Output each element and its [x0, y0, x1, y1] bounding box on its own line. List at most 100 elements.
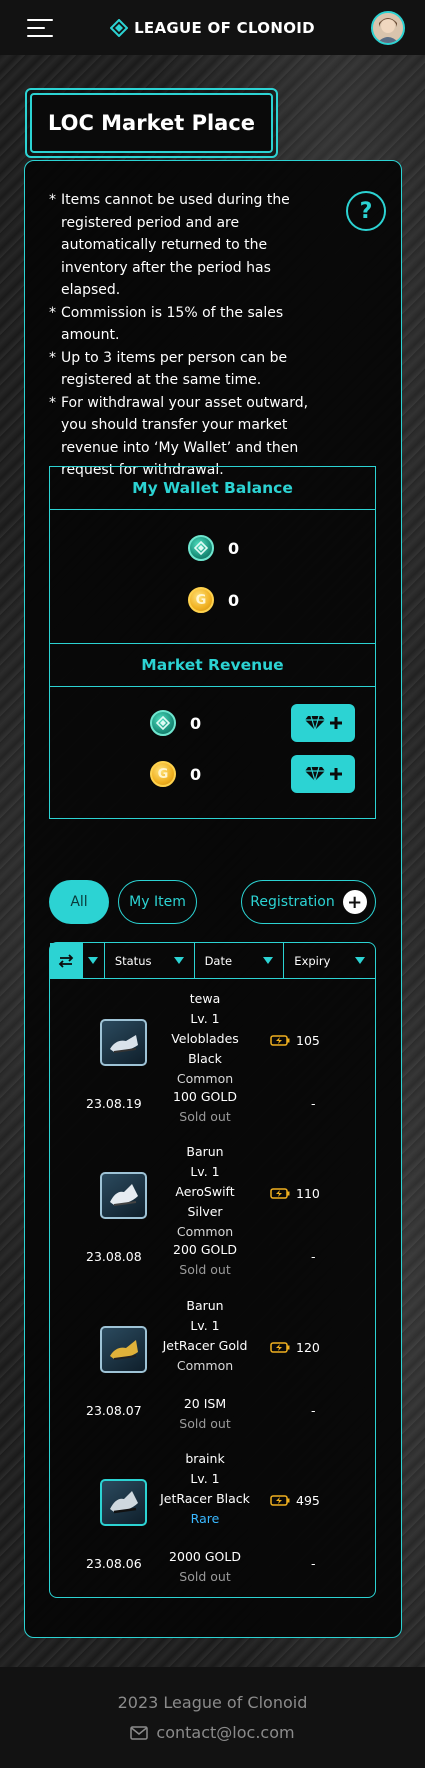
- page-title: LOC Market Place: [30, 93, 273, 153]
- hamburger-menu-icon[interactable]: [27, 19, 53, 37]
- market-revenue-title: Market Revenue: [50, 644, 375, 687]
- gold-coin-icon: G: [150, 761, 176, 787]
- item-seller: Barun: [186, 1298, 224, 1313]
- battery-icon: [270, 1188, 290, 1199]
- battery-icon: [270, 1495, 290, 1506]
- item-info: braink Lv. 1 JetRacer Black Rare: [160, 1449, 250, 1529]
- item-grade: Common: [176, 1358, 234, 1373]
- item-seller: tewa: [189, 991, 221, 1006]
- item-expiry: -: [311, 1556, 316, 1571]
- item-price-block: 2000 GOLD Sold out: [160, 1547, 250, 1587]
- date-header-label: Date: [204, 953, 233, 968]
- help-button[interactable]: ?: [346, 191, 386, 231]
- gem-icon: [304, 766, 325, 782]
- add-circle-icon: +: [342, 890, 367, 914]
- item-grade: Common: [176, 1224, 234, 1239]
- plus-icon: [329, 768, 342, 780]
- logo[interactable]: LEAGUE OF CLONOID: [110, 18, 315, 37]
- rule-item: Commission is 15% of the sales amount.: [49, 302, 329, 347]
- item-name: JetRacer Gold: [162, 1338, 248, 1353]
- item-info: Barun Lv. 1 JetRacer Gold Common: [160, 1296, 250, 1376]
- table-header: Status Date Expiry: [50, 943, 375, 979]
- sort-toggle-button[interactable]: [50, 943, 83, 978]
- transfer-ism-button[interactable]: [291, 704, 355, 742]
- filter-my-item-button[interactable]: My Item: [118, 880, 197, 924]
- chevron-down-icon: [173, 957, 184, 964]
- status-filter-dropdown[interactable]: Status: [105, 943, 195, 978]
- item-expiry: -: [311, 1403, 316, 1418]
- chevron-down-icon: [355, 957, 366, 964]
- market-table: Status Date Expiry tewa Lv. 1 Veloblades…: [49, 942, 376, 1598]
- item-thumbnail: [100, 1019, 147, 1066]
- market-revenue-box: Market Revenue 0 G 0: [49, 643, 376, 819]
- item-name: Veloblades Black: [171, 1031, 239, 1066]
- registration-button[interactable]: Registration +: [241, 880, 376, 924]
- market-panel: Items cannot be used during the register…: [24, 160, 402, 1638]
- table-row[interactable]: Barun Lv. 1 JetRacer Gold Common 120 23.…: [50, 1296, 375, 1448]
- item-status: Sold out: [179, 1109, 231, 1124]
- table-row[interactable]: Barun Lv. 1 AeroSwift Silver Common 110 …: [50, 1142, 375, 1294]
- revenue-ism-value: 0: [190, 713, 202, 733]
- item-seller: braink: [185, 1451, 225, 1466]
- sort-dropdown[interactable]: [83, 943, 105, 978]
- table-row[interactable]: tewa Lv. 1 Veloblades Black Common 105 2…: [50, 989, 375, 1141]
- revenue-gold-value: 0: [190, 764, 202, 784]
- item-status: Sold out: [179, 1569, 231, 1584]
- item-name: AeroSwift Silver: [175, 1184, 235, 1219]
- item-date: 23.08.07: [86, 1403, 142, 1418]
- wallet-gold-value: 0: [228, 590, 240, 610]
- item-level: Lv. 1: [190, 1011, 220, 1026]
- item-thumbnail: [100, 1172, 147, 1219]
- item-level: Lv. 1: [190, 1471, 220, 1486]
- registration-label: Registration: [250, 894, 335, 910]
- ism-coin-icon: [150, 710, 176, 736]
- logo-diamond-icon: [110, 18, 129, 37]
- item-info: tewa Lv. 1 Veloblades Black Common: [160, 989, 250, 1089]
- item-energy: 110: [270, 1186, 320, 1201]
- chevron-down-icon: [87, 957, 98, 964]
- footer: 2023 League of Clonoid contact@loc.com: [0, 1667, 425, 1768]
- item-price-block: 100 GOLD Sold out: [160, 1087, 250, 1127]
- top-bar: LEAGUE OF CLONOID: [0, 0, 425, 55]
- item-energy-value: 110: [296, 1186, 320, 1201]
- rule-item: Items cannot be used during the register…: [49, 189, 329, 302]
- item-price: 200 GOLD: [173, 1242, 237, 1257]
- transfer-gold-button[interactable]: [291, 755, 355, 793]
- gem-icon: [304, 715, 325, 731]
- item-energy-value: 105: [296, 1033, 320, 1048]
- item-price-block: 20 ISM Sold out: [160, 1394, 250, 1434]
- gold-coin-icon: G: [188, 587, 214, 613]
- item-energy: 495: [270, 1493, 320, 1508]
- page-title-tab: LOC Market Place: [25, 88, 278, 158]
- chevron-down-icon: [263, 957, 274, 964]
- footer-contact[interactable]: contact@loc.com: [0, 1723, 425, 1742]
- item-price-block: 200 GOLD Sold out: [160, 1240, 250, 1280]
- wallet-gold-row: G 0: [188, 587, 239, 613]
- item-energy-value: 120: [296, 1340, 320, 1355]
- logo-text: LEAGUE OF CLONOID: [134, 18, 315, 37]
- date-filter-dropdown[interactable]: Date: [195, 943, 285, 978]
- expiry-header-label: Expiry: [294, 953, 331, 968]
- battery-icon: [270, 1342, 290, 1353]
- item-energy: 105: [270, 1033, 320, 1048]
- wallet-balance-title: My Wallet Balance: [50, 467, 375, 510]
- item-energy: 120: [270, 1340, 320, 1355]
- expiry-filter-dropdown[interactable]: Expiry: [284, 943, 375, 978]
- table-row[interactable]: braink Lv. 1 JetRacer Black Rare 495 23.…: [50, 1449, 375, 1601]
- status-header-label: Status: [114, 953, 152, 968]
- wallet-ism-row: 0: [188, 535, 239, 561]
- user-avatar[interactable]: [371, 11, 405, 45]
- wallet-ism-value: 0: [228, 538, 240, 558]
- revenue-ism-row: 0: [150, 710, 201, 736]
- item-date: 23.08.19: [86, 1096, 142, 1111]
- revenue-gold-row: G 0: [150, 761, 201, 787]
- item-level: Lv. 1: [190, 1318, 220, 1333]
- item-info: Barun Lv. 1 AeroSwift Silver Common: [160, 1142, 250, 1242]
- rules-list: Items cannot be used during the register…: [49, 189, 329, 482]
- plus-icon: [329, 717, 342, 729]
- item-grade: Rare: [190, 1511, 220, 1526]
- item-expiry: -: [311, 1096, 316, 1111]
- filter-all-button[interactable]: All: [49, 880, 109, 924]
- item-level: Lv. 1: [190, 1164, 220, 1179]
- item-seller: Barun: [186, 1144, 224, 1159]
